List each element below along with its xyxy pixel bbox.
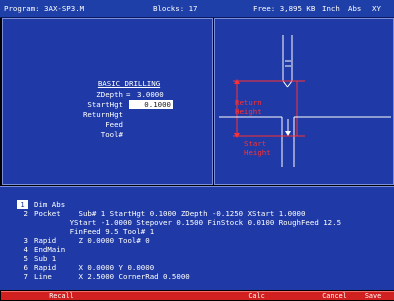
program-line[interactable]: YStart -1.0000 Stepover 0.1500 FinStock … — [34, 218, 341, 227]
line-number[interactable]: 5 — [2, 254, 28, 263]
fkey-8[interactable] — [274, 291, 317, 300]
program-line[interactable]: Line X 2.5000 CornerRad 0.5000 — [34, 272, 190, 281]
form-title: BASIC DRILLING — [97, 79, 161, 88]
fkey-4[interactable] — [118, 291, 161, 300]
program-line[interactable]: Dim Abs — [34, 200, 65, 209]
blocks-count: Blocks: 17 — [153, 4, 198, 13]
fkey-6[interactable] — [196, 291, 239, 300]
return-label-1: Return — [235, 98, 262, 107]
free-memory: Free: 3,895 KB — [253, 4, 316, 13]
line-number[interactable]: 6 — [2, 263, 28, 272]
program-line[interactable]: Sub 1 — [34, 254, 56, 263]
return-label-2: Height — [235, 107, 262, 116]
line-number[interactable]: 4 — [2, 245, 28, 254]
program-name: Program: 3AX-SP3.M — [4, 4, 85, 13]
zdepth-eq: = — [126, 90, 131, 99]
line-number[interactable]: 2 — [2, 209, 28, 218]
start-label-2: Height — [244, 148, 271, 157]
drill-diagram-pane: Return Height Start Height — [214, 18, 394, 185]
program-line[interactable]: Pocket Sub# 1 StartHgt 0.1000 ZDepth -0.… — [34, 209, 305, 218]
line-number[interactable]: 3 — [2, 236, 28, 245]
function-key-bar: Recall Calc Cancel Save — [0, 290, 394, 300]
fkey-cancel[interactable]: Cancel — [313, 291, 356, 300]
drill-tool-icon — [282, 35, 293, 88]
program-line[interactable]: Rapid X 0.0000 Y 0.0000 — [34, 263, 154, 272]
returnhgt-label: ReturnHgt — [82, 110, 123, 119]
mode-indicator: Abs — [348, 4, 362, 13]
drill-diagram: Return Height Start Height — [219, 35, 391, 167]
zdepth-label: ZDepth — [96, 90, 123, 99]
program-line[interactable]: FinFeed 9.5 Tool# 1 — [34, 227, 155, 236]
starthgt-field[interactable]: 0.1000 — [129, 100, 173, 109]
axes-indicator: XY — [372, 4, 381, 13]
line-number[interactable]: 7 — [2, 272, 28, 281]
feed-label: Feed — [105, 120, 123, 129]
drill-form-pane: BASIC DRILLING ZDepth = 3.0000 StartHgt … — [2, 18, 213, 185]
tool-label: Tool# — [100, 130, 123, 139]
fkey-save[interactable]: Save — [352, 291, 394, 300]
starthgt-label: StartHgt — [87, 100, 123, 109]
fkey-calc[interactable]: Calc — [235, 291, 278, 300]
program-line[interactable]: Rapid Z 0.0000 Tool# 0 — [34, 236, 150, 245]
line-number[interactable]: 1 — [17, 200, 28, 209]
units-indicator: Inch — [322, 4, 340, 13]
fkey-1[interactable] — [1, 291, 44, 300]
fkey-5[interactable] — [157, 291, 200, 300]
fkey-recall[interactable]: Recall — [40, 291, 83, 300]
fkey-3[interactable] — [79, 291, 122, 300]
program-line[interactable]: EndMain — [34, 245, 65, 254]
start-label-1: Start — [244, 139, 266, 148]
zdepth-field[interactable]: 3.0000 — [137, 90, 164, 99]
program-listing[interactable]: 1 Dim Abs 2 Pocket Sub# 1 StartHgt 0.100… — [0, 186, 394, 291]
status-bar: Program: 3AX-SP3.M Blocks: 17 Free: 3,89… — [0, 0, 394, 18]
